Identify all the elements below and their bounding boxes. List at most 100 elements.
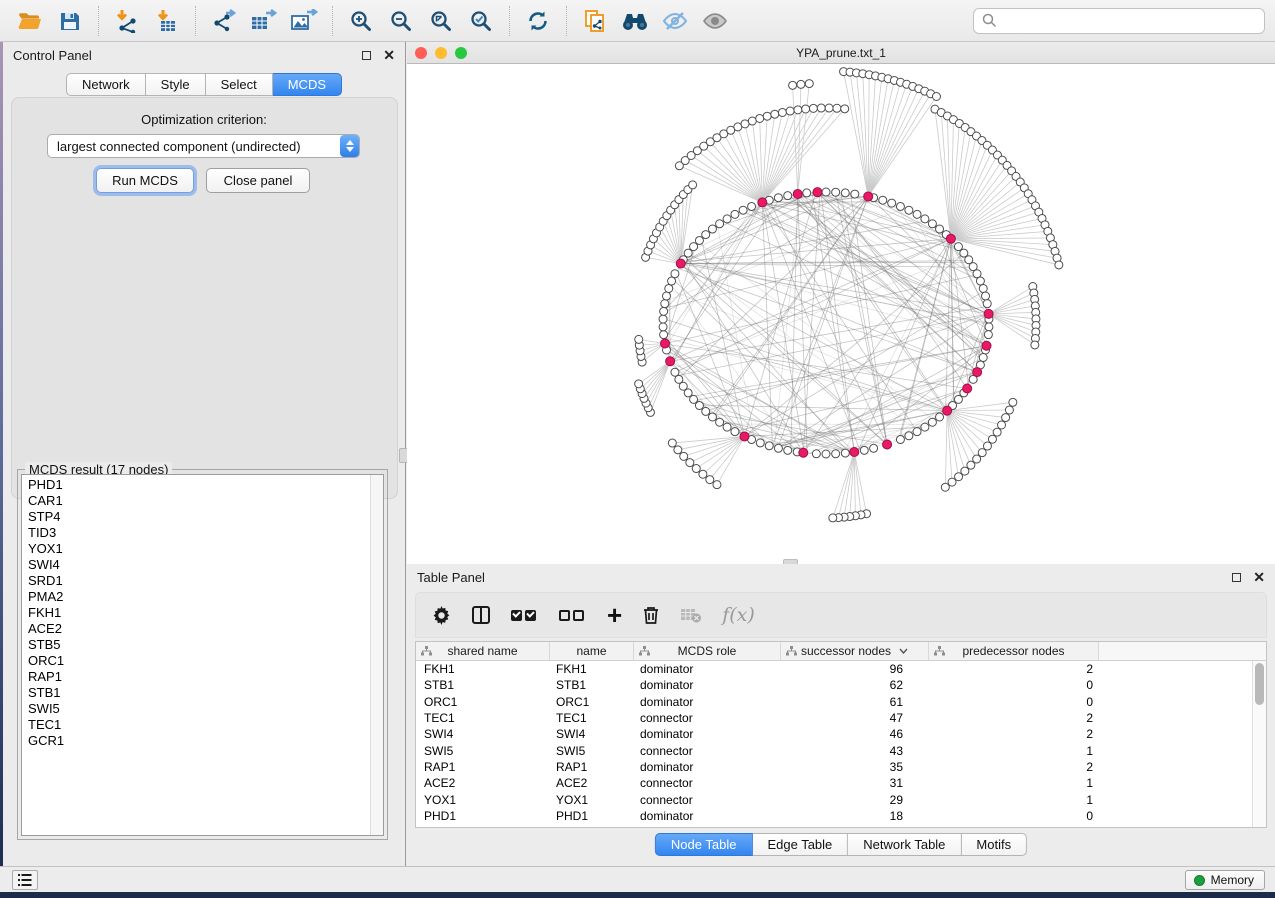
network-dominator-node[interactable]: [850, 448, 859, 457]
mcds-result-item[interactable]: TEC1: [28, 717, 383, 733]
network-node[interactable]: [913, 210, 921, 218]
close-table-panel-icon[interactable]: ✕: [1253, 573, 1265, 582]
mcds-result-item[interactable]: SRD1: [28, 573, 383, 589]
network-node[interactable]: [739, 206, 747, 214]
network-node[interactable]: [671, 270, 679, 278]
network-node[interactable]: [984, 331, 992, 339]
network-node[interactable]: [851, 190, 859, 198]
network-leaf-node[interactable]: [706, 476, 714, 484]
network-node[interactable]: [985, 323, 993, 331]
network-node[interactable]: [921, 215, 929, 223]
import-table-icon[interactable]: [147, 4, 187, 38]
network-leaf-node[interactable]: [841, 105, 849, 113]
network-node[interactable]: [982, 292, 990, 300]
network-leaf-node[interactable]: [817, 104, 825, 112]
delete-column-icon[interactable]: [642, 600, 660, 630]
mcds-result-item[interactable]: SWI5: [28, 701, 383, 717]
network-node[interactable]: [888, 199, 896, 207]
run-mcds-button[interactable]: Run MCDS: [96, 168, 194, 193]
network-leaf-node[interactable]: [978, 449, 986, 457]
mcds-result-item[interactable]: STB1: [28, 685, 383, 701]
network-dominator-node[interactable]: [676, 259, 685, 268]
network-node[interactable]: [774, 194, 782, 202]
network-dominator-node[interactable]: [740, 432, 749, 441]
mcds-result-item[interactable]: ACE2: [28, 621, 383, 637]
network-leaf-node[interactable]: [741, 120, 749, 128]
network-node[interactable]: [979, 284, 987, 292]
network-leaf-node[interactable]: [689, 181, 697, 189]
network-leaf-node[interactable]: [692, 465, 700, 473]
network-leaf-node[interactable]: [1005, 406, 1013, 414]
search-box[interactable]: [973, 8, 1265, 34]
float-table-panel-icon[interactable]: [1232, 573, 1241, 582]
network-dominator-node[interactable]: [661, 339, 670, 348]
table-row[interactable]: YOX1YOX1connector291: [416, 791, 1252, 807]
deselect-all-icon[interactable]: [559, 600, 587, 630]
tab-mcds[interactable]: MCDS: [273, 73, 342, 96]
refresh-icon[interactable]: [518, 4, 558, 38]
mcds-result-item[interactable]: ORC1: [28, 653, 383, 669]
network-node[interactable]: [731, 210, 739, 218]
network-node[interactable]: [702, 231, 710, 239]
network-node[interactable]: [671, 368, 679, 376]
network-dominator-node[interactable]: [883, 440, 892, 449]
mcds-result-item[interactable]: PHD1: [28, 477, 383, 493]
network-node[interactable]: [708, 413, 716, 421]
table-row[interactable]: PHD1PHD1dominator180: [416, 808, 1252, 824]
console-list-button[interactable]: [12, 870, 38, 890]
network-node[interactable]: [659, 315, 667, 323]
columns-icon[interactable]: [471, 600, 491, 630]
gear-icon[interactable]: [432, 600, 451, 630]
network-node[interactable]: [690, 243, 698, 251]
table-scrollbar-thumb[interactable]: [1255, 663, 1264, 705]
network-node[interactable]: [765, 442, 773, 450]
network-node[interactable]: [860, 446, 868, 454]
export-image-icon[interactable]: [284, 4, 324, 38]
network-node[interactable]: [723, 215, 731, 223]
column-header-name[interactable]: name: [550, 642, 634, 660]
network-node[interactable]: [723, 423, 731, 431]
mcds-list-scrollbar[interactable]: [370, 475, 383, 835]
zoom-selected-icon[interactable]: [461, 4, 501, 38]
network-node[interactable]: [921, 423, 929, 431]
network-node[interactable]: [662, 292, 670, 300]
network-dominator-node[interactable]: [973, 368, 982, 377]
column-header-successor-nodes[interactable]: successor nodes: [781, 642, 929, 660]
mcds-result-item[interactable]: TID3: [28, 525, 383, 541]
network-leaf-node[interactable]: [932, 93, 940, 101]
network-leaf-node[interactable]: [668, 439, 676, 447]
table-row[interactable]: ORC1ORC1dominator610: [416, 694, 1252, 710]
network-leaf-node[interactable]: [778, 108, 786, 116]
tab-select[interactable]: Select: [206, 73, 273, 96]
network-node[interactable]: [702, 407, 710, 415]
zoom-out-icon[interactable]: [381, 4, 421, 38]
eye-icon[interactable]: [695, 4, 735, 38]
tab-edge-table[interactable]: Edge Table: [752, 833, 848, 856]
mcds-result-item[interactable]: CAR1: [28, 493, 383, 509]
network-dominator-node[interactable]: [963, 384, 972, 393]
network-leaf-node[interactable]: [748, 117, 756, 125]
close-panel-button[interactable]: Close panel: [206, 168, 310, 193]
tab-node-table[interactable]: Node Table: [655, 833, 753, 856]
network-node[interactable]: [822, 188, 830, 196]
network-node[interactable]: [695, 402, 703, 410]
table-row[interactable]: FKH1FKH1dominator962: [416, 661, 1252, 677]
table-row[interactable]: SWI5SWI5connector431: [416, 742, 1252, 758]
network-node[interactable]: [660, 331, 668, 339]
network-leaf-node[interactable]: [802, 105, 810, 113]
table-row[interactable]: STB1STB1dominator620: [416, 677, 1252, 693]
network-node[interactable]: [896, 202, 904, 210]
tab-network-table[interactable]: Network Table: [848, 833, 961, 856]
network-leaf-node[interactable]: [1031, 341, 1039, 349]
network-leaf-node[interactable]: [829, 514, 837, 522]
network-node[interactable]: [870, 444, 878, 452]
network-node[interactable]: [879, 196, 887, 204]
network-node[interactable]: [841, 449, 849, 457]
mcds-result-item[interactable]: GCR1: [28, 733, 383, 749]
zoom-in-icon[interactable]: [341, 4, 381, 38]
network-node[interactable]: [976, 277, 984, 285]
network-node[interactable]: [832, 450, 840, 458]
network-canvas[interactable]: [407, 64, 1275, 564]
search-input[interactable]: [1003, 13, 1256, 28]
network-leaf-node[interactable]: [635, 335, 643, 343]
